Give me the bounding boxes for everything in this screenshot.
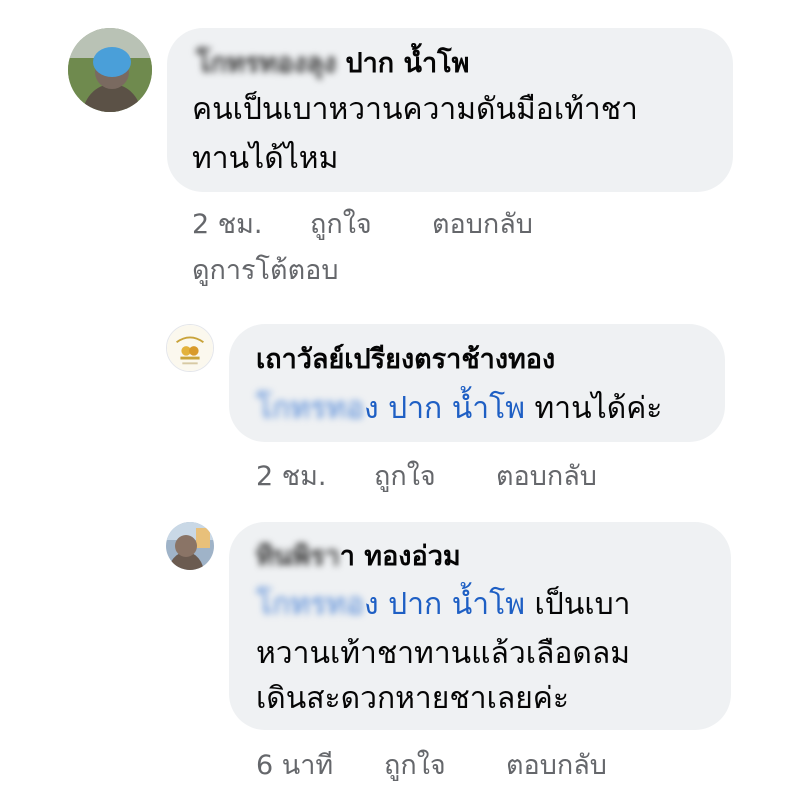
comment-1-line-1: คนเป็นเบาหวานความดันมือเท้าชา (192, 92, 638, 127)
comment-3-author[interactable]: ทินพิราา ทองอ่วม (256, 540, 461, 574)
page-avatar[interactable] (166, 324, 214, 372)
mention-link[interactable]: โกทรทอง ปาก น้ำโพ (256, 391, 525, 426)
comment-3-text: เป็นเบา (524, 587, 631, 622)
author-name-blurred: ทินพิรา (256, 541, 340, 572)
comment-3-line-3: เดินสะดวกหายชาเลยค่ะ (256, 681, 569, 716)
like-button[interactable]: ถูกใจ (384, 749, 446, 783)
brand-logo-icon (167, 325, 213, 371)
profile-photo-icon (68, 28, 152, 112)
comment-1-author[interactable]: โกทรทองลุง ปาก น้ำโพ (196, 47, 469, 81)
comment-1-line-2: ทานได้ไหม (192, 141, 339, 176)
profile-photo-icon (166, 522, 214, 570)
author-name: า ทองอ่วม (339, 541, 461, 572)
mention-name: ง ปาก น้ำโพ (363, 391, 525, 426)
reply-button[interactable]: ตอบกลับ (506, 749, 607, 783)
like-button[interactable]: ถูกใจ (374, 460, 436, 494)
comment-2-line-1: โกทรทอง ปาก น้ำโพ ทานได้ค่ะ (256, 381, 662, 437)
comment-2-author[interactable]: เถาวัลย์เปรียงตราช้างทอง (256, 343, 555, 377)
comment-2-meta: 2 ชม. ถูกใจ ตอบกลับ (256, 460, 656, 494)
commenter-1-avatar[interactable] (68, 28, 152, 112)
reply-button[interactable]: ตอบกลับ (496, 460, 597, 494)
like-button[interactable]: ถูกใจ (310, 208, 372, 242)
comment-2-text: ทานได้ค่ะ (524, 391, 663, 426)
mention-link[interactable]: โกทรทอง ปาก น้ำโพ (256, 587, 525, 622)
comment-time[interactable]: 2 ชม. (256, 460, 326, 494)
comment-thread: โกทรทองลุง ปาก น้ำโพ คนเป็นเบาหวานความดั… (0, 0, 800, 800)
comment-time[interactable]: 2 ชม. (192, 208, 262, 242)
mention-name-blurred: โกทรทอ (256, 587, 364, 622)
mention-name: ง ปาก น้ำโพ (363, 587, 525, 622)
mention-name-blurred: โกทรทอ (256, 391, 364, 426)
author-name-blurred: โกทรทองลุง (196, 48, 337, 79)
commenter-3-avatar[interactable] (166, 522, 214, 570)
comment-3-line-1: โกทรทอง ปาก น้ำโพ เป็นเบา (256, 577, 630, 633)
comment-3-meta: 6 นาที ถูกใจ ตอบกลับ (256, 749, 676, 783)
comment-1-meta: 2 ชม. ถูกใจ ตอบกลับ (192, 208, 612, 242)
author-name: ปาก น้ำโพ (345, 48, 470, 79)
comment-time[interactable]: 6 นาที (256, 749, 333, 783)
reply-button[interactable]: ตอบกลับ (432, 208, 533, 242)
view-replies-link[interactable]: ดูการโต้ตอบ (192, 254, 338, 288)
